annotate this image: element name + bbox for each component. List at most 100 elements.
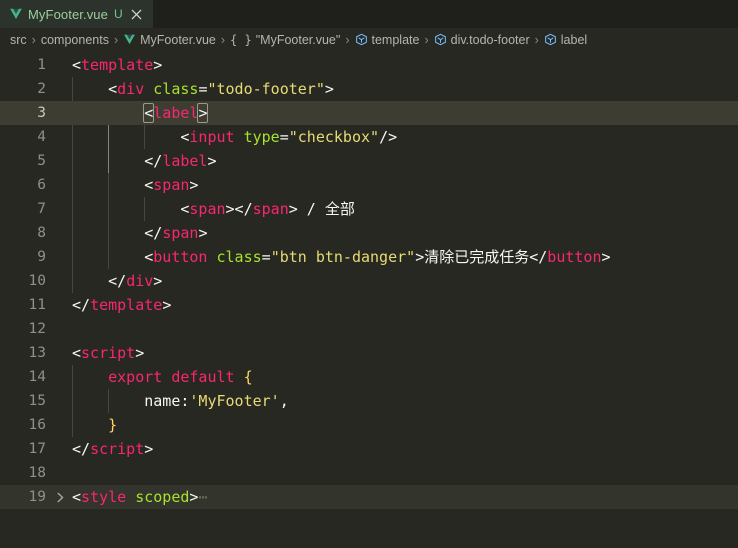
code-line[interactable]: 2 <div class="todo-footer"> <box>0 77 738 101</box>
code-token: > <box>207 152 217 170</box>
breadcrumb-item-label[interactable]: label <box>544 33 587 47</box>
code-line[interactable]: 14 export default { <box>0 365 738 389</box>
code-token: 全部 <box>324 200 355 218</box>
code-line[interactable]: 16 } <box>0 413 738 437</box>
line-number: 12 <box>28 321 46 337</box>
editor-tab-myfooter-vue[interactable]: MyFooter.vue U <box>0 0 153 28</box>
code-line-text: </script> <box>72 437 153 461</box>
code-line[interactable]: 11 </template> <box>0 293 738 317</box>
code-line-text: </div> <box>72 269 162 293</box>
code-line-text: } <box>72 413 117 437</box>
breadcrumb-item-template[interactable]: template <box>355 32 420 47</box>
line-number: 11 <box>28 297 46 313</box>
editor-tab-label: MyFooter.vue <box>28 6 108 22</box>
braces-icon: { } <box>230 32 252 47</box>
code-line[interactable]: 9 <button class="btn btn-danger">清除已完成任务… <box>0 245 738 269</box>
chevron-right-icon[interactable] <box>54 485 66 509</box>
code-token: < <box>143 103 155 123</box>
code-token: } <box>108 416 118 434</box>
code-line[interactable]: 7 <span></span> / 全部 <box>0 197 738 221</box>
code-token: </ <box>144 224 163 242</box>
code-token: < <box>144 176 154 194</box>
code-token: < <box>72 344 82 362</box>
close-icon[interactable] <box>129 6 145 22</box>
code-token: template <box>81 56 154 74</box>
code-token: template <box>90 296 163 314</box>
symbol-field-icon <box>544 33 557 46</box>
code-line-text: <span> <box>72 173 198 197</box>
code-editor[interactable]: 1 <template> 2 <div class="todo-footer"> 3 … <box>0 51 738 548</box>
code-line[interactable]: 18 <box>0 461 738 485</box>
code-line[interactable]: 19 <style scoped>⋯ <box>0 485 738 509</box>
code-line-text: export default { <box>72 365 253 389</box>
breadcrumb-item-src[interactable]: src <box>10 33 27 47</box>
breadcrumb: src › components › MyFooter.vue › { } "MyFooter… <box>0 28 738 51</box>
code-token: > <box>144 440 154 458</box>
code-token: > <box>153 56 163 74</box>
code-line[interactable]: 10 </div> <box>0 269 738 293</box>
code-line-text: <script> <box>72 341 144 365</box>
breadcrumb-item-myfooter-vue[interactable]: { } "MyFooter.vue" <box>230 33 340 47</box>
code-token: > <box>197 103 209 123</box>
code-line-text: <span></span> / 全部 <box>72 197 355 221</box>
code-line[interactable]: 17 </script> <box>0 437 738 461</box>
code-line[interactable]: 1 <template> <box>0 53 738 77</box>
vscode-editor-window: MyFooter.vue U src › components › MyFooter.v… <box>0 0 738 548</box>
line-number: 18 <box>28 465 46 481</box>
code-line[interactable]: 8 </span> <box>0 221 738 245</box>
breadcrumb-item-components[interactable]: components <box>41 33 109 47</box>
line-number: 3 <box>37 105 46 121</box>
symbol-field-icon <box>355 33 368 46</box>
breadcrumb-item-label: components <box>40 32 109 47</box>
code-line-text: </label> <box>72 149 217 173</box>
line-number: 10 <box>28 273 46 289</box>
code-token: > <box>153 272 163 290</box>
code-token: type <box>243 128 280 146</box>
code-token: < <box>72 56 82 74</box>
code-token: ⋯ <box>198 488 208 506</box>
code-line[interactable]: 12 <box>0 317 738 341</box>
code-line[interactable]: 13 <script> <box>0 341 738 365</box>
code-line-text: <template> <box>72 53 162 77</box>
breadcrumb-item-myfooter-vue[interactable]: MyFooter.vue <box>123 33 216 47</box>
breadcrumb-item-label: label <box>560 32 588 47</box>
breadcrumb-item-label: template <box>371 32 420 47</box>
code-token: </ <box>108 272 127 290</box>
code-line-text: <button class="btn btn-danger">清除已完成任务</… <box>72 245 610 269</box>
line-number: 1 <box>37 57 46 73</box>
breadcrumb-item-div-todo-footer[interactable]: div.todo-footer <box>434 33 530 47</box>
code-token: > <box>189 176 199 194</box>
code-line[interactable]: 5 </label> <box>0 149 738 173</box>
code-line[interactable]: 3 <label> <box>0 101 738 125</box>
code-token: 'MyFooter' <box>189 392 280 410</box>
code-token: "todo-footer" <box>207 80 325 98</box>
code-line[interactable]: 4 <input type="checkbox"/> <box>0 125 738 149</box>
line-number: 15 <box>28 393 46 409</box>
code-line[interactable]: 6 <span> <box>0 173 738 197</box>
code-token: 清除已完成任务 <box>424 248 530 266</box>
code-token: > <box>198 224 208 242</box>
code-line[interactable]: 15 name:'MyFooter', <box>0 389 738 413</box>
code-token: > <box>288 200 298 218</box>
line-number: 5 <box>37 153 46 169</box>
code-content[interactable]: 1 <template> 2 <div class="todo-footer"> 3 … <box>0 51 738 509</box>
code-token: button <box>153 248 208 266</box>
line-number: 2 <box>37 81 46 97</box>
code-line-text: <label> <box>72 101 209 125</box>
code-token: > <box>415 248 425 266</box>
line-number: 14 <box>28 369 46 385</box>
code-token: scoped <box>135 488 190 506</box>
breadcrumb-item-label: "MyFooter.vue" <box>255 32 341 47</box>
code-token: /> <box>379 128 398 146</box>
code-token: > <box>324 80 334 98</box>
line-number: 13 <box>28 345 46 361</box>
code-token: div <box>126 272 154 290</box>
